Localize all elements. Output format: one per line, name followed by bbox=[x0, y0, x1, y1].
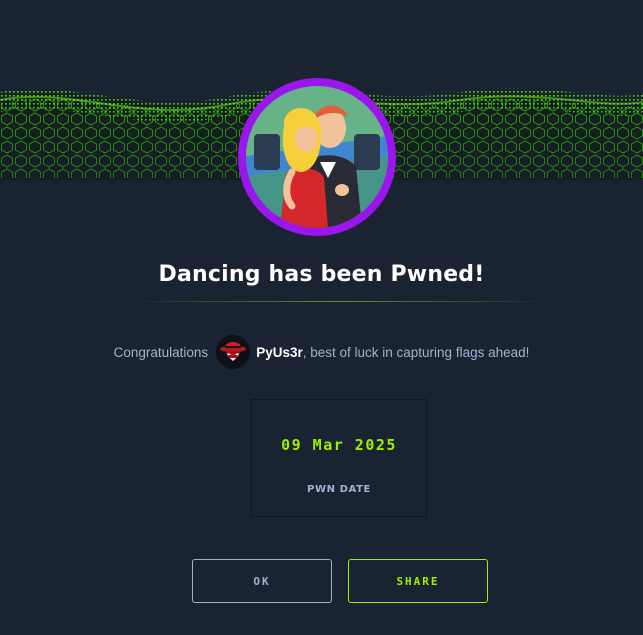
share-button[interactable]: SHARE bbox=[348, 559, 488, 603]
username-link[interactable]: PyUs3r bbox=[256, 345, 303, 360]
ok-button[interactable]: OK bbox=[192, 559, 332, 603]
machine-avatar-ring bbox=[238, 78, 396, 236]
title-divider bbox=[128, 301, 552, 302]
dancing-couple-avatar-icon bbox=[246, 86, 388, 228]
red-hat-hacker-avatar-icon[interactable] bbox=[216, 335, 251, 369]
pwned-page: Dancing has been Pwned! Congratulations … bbox=[0, 0, 643, 635]
pwn-date-card: 09 Mar 2025 PWN DATE bbox=[251, 399, 427, 517]
congrats-prefix: Congratulations bbox=[113, 344, 209, 360]
congrats-suffix: , best of luck in capturing flags ahead! bbox=[302, 344, 530, 360]
pwn-date-value: 09 Mar 2025 bbox=[281, 436, 397, 454]
congratulations-message: Congratulations PyUs3r , best of luck in… bbox=[0, 334, 643, 370]
pwn-date-label: PWN DATE bbox=[307, 484, 371, 495]
pwned-title: Dancing has been Pwned! bbox=[158, 262, 485, 287]
